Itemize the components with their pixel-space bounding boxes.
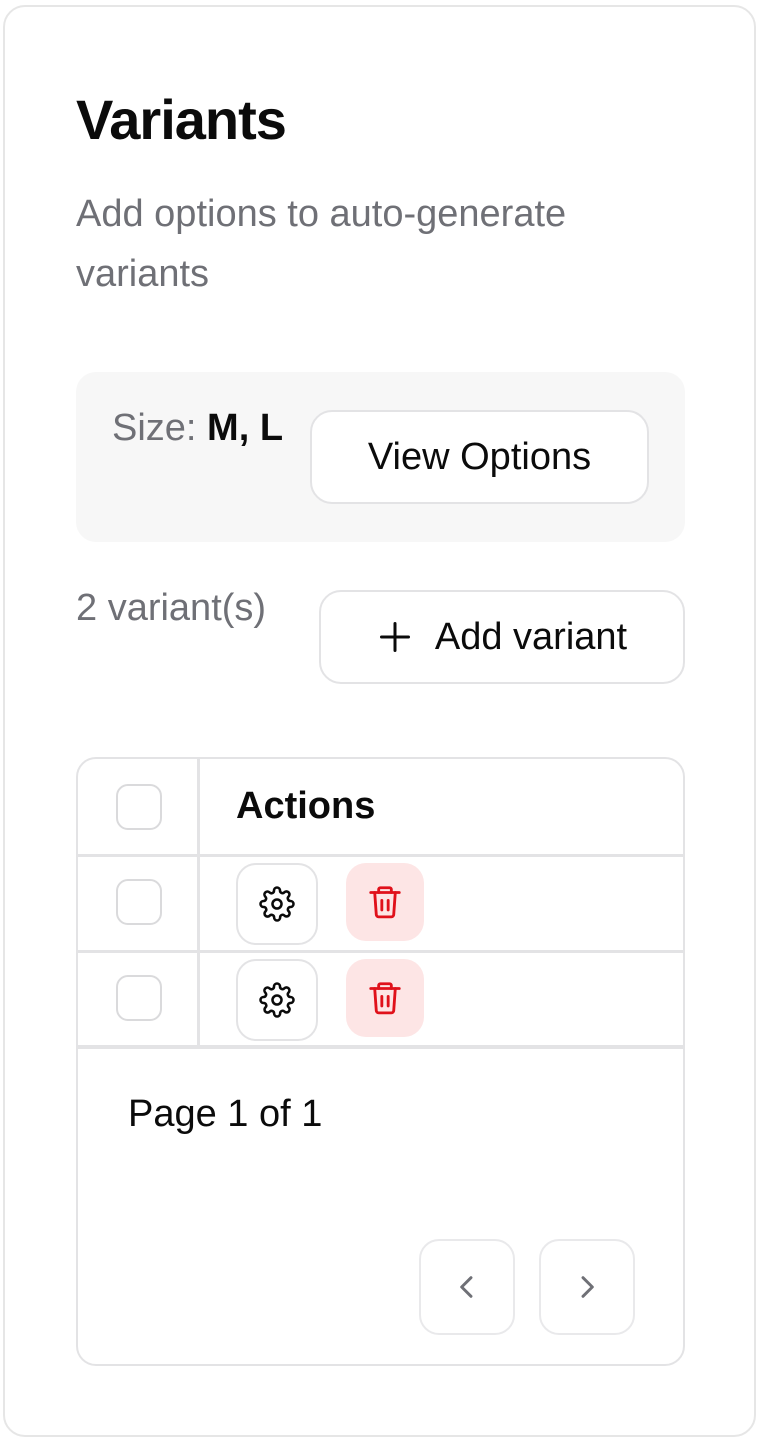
row-settings-button[interactable] bbox=[236, 863, 318, 945]
select-all-checkbox[interactable] bbox=[116, 784, 162, 830]
table-header-row: Actions bbox=[78, 759, 683, 857]
variants-table: Actions Page 1 of 1 bbox=[76, 757, 685, 1366]
chevron-right-icon bbox=[581, 1276, 594, 1298]
plus-icon bbox=[379, 622, 410, 652]
row-settings-button[interactable] bbox=[236, 959, 318, 1041]
previous-page-button[interactable] bbox=[419, 1239, 515, 1335]
row-delete-button[interactable] bbox=[346, 863, 424, 941]
pagination-text: Page 1 of 1 bbox=[128, 1093, 323, 1135]
row-delete-button[interactable] bbox=[346, 959, 424, 1037]
row-checkbox[interactable] bbox=[116, 975, 162, 1021]
trash-icon bbox=[369, 982, 401, 1015]
table-row bbox=[78, 857, 683, 953]
page-title: Variants bbox=[76, 88, 287, 151]
column-header-actions: Actions bbox=[236, 785, 376, 827]
page-subtitle: Add options to auto-generate variants bbox=[76, 193, 567, 295]
table-row bbox=[78, 953, 683, 1049]
gear-icon bbox=[259, 982, 295, 1018]
variant-count: 2 variant(s) bbox=[76, 587, 267, 629]
add-variant-label: Add variant bbox=[434, 615, 628, 658]
option-values: M, L bbox=[207, 407, 284, 449]
gear-icon bbox=[259, 886, 295, 922]
option-summary: Size: M, L bbox=[112, 398, 292, 458]
option-label: Size: bbox=[112, 407, 197, 449]
row-checkbox[interactable] bbox=[116, 879, 162, 925]
chevron-left-icon bbox=[460, 1276, 473, 1298]
column-divider bbox=[197, 759, 200, 1049]
next-page-button[interactable] bbox=[539, 1239, 635, 1335]
trash-icon bbox=[369, 886, 401, 919]
add-variant-button[interactable]: Add variant bbox=[319, 590, 685, 684]
view-options-button[interactable]: View Options bbox=[310, 410, 649, 504]
